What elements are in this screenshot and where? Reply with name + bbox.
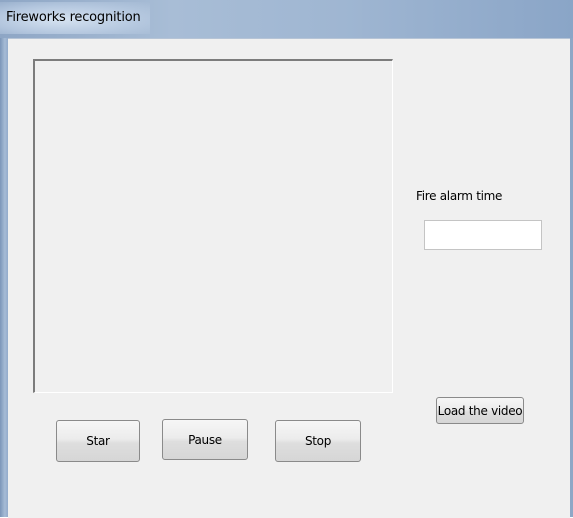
load-video-button[interactable]: Load the video — [436, 397, 524, 424]
fire-alarm-time-label: Fire alarm time — [416, 189, 503, 203]
fire-alarm-time-field[interactable] — [424, 220, 542, 250]
window-title: Fireworks recognition — [6, 10, 141, 25]
client-area: Fire alarm time Load the video Star Paus… — [8, 38, 570, 518]
app-window: Fireworks recognition Fire alarm time Lo… — [0, 0, 573, 518]
start-button[interactable]: Star — [56, 420, 140, 462]
pause-button[interactable]: Pause — [162, 419, 248, 460]
title-bar[interactable]: Fireworks recognition — [0, 0, 573, 39]
window-frame-left — [0, 38, 8, 517]
video-display-panel — [33, 59, 393, 393]
stop-button[interactable]: Stop — [275, 420, 361, 462]
